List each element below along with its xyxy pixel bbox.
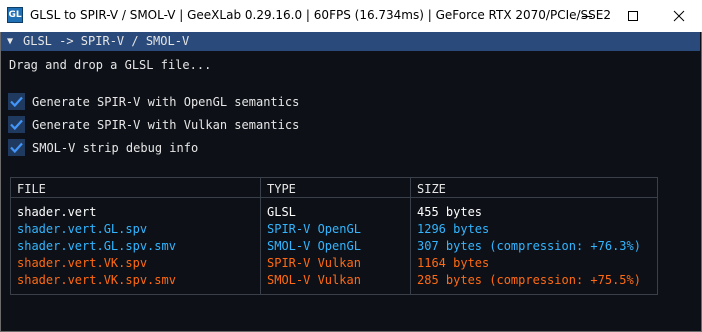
minimize-icon xyxy=(582,16,592,17)
header-divider xyxy=(11,197,657,198)
app-icon: GL xyxy=(7,7,23,23)
row-type: SPIR-V Vulkan xyxy=(267,256,361,270)
row-file: shader.vert.VK.spv xyxy=(17,256,148,270)
row-size: 455 bytes xyxy=(417,205,483,219)
triangle-down-icon[interactable]: ▼ xyxy=(7,32,13,51)
checkbox-box[interactable] xyxy=(8,93,25,110)
checkbox-box[interactable] xyxy=(8,139,25,156)
row-size: 307 bytes (compression: +76.3%) xyxy=(417,239,641,253)
maximize-button[interactable] xyxy=(610,0,656,32)
panel-header[interactable]: ▼ GLSL -> SPIR-V / SMOL-V xyxy=(1,32,700,51)
checkbox-box[interactable] xyxy=(8,116,25,133)
checkbox-label: SMOL-V strip debug info xyxy=(32,140,199,155)
checkbox-opengl-semantics[interactable]: Generate SPIR-V with OpenGL semantics xyxy=(8,92,299,111)
column-header-size: SIZE xyxy=(417,182,446,196)
checkmark-icon xyxy=(10,142,23,153)
row-file: shader.vert.GL.spv xyxy=(17,222,148,236)
checkmark-icon xyxy=(10,119,23,130)
row-file: shader.vert.GL.spv.smv xyxy=(17,239,176,253)
row-type: SMOL-V Vulkan xyxy=(267,273,361,287)
close-button[interactable] xyxy=(656,0,702,32)
window-titlebar[interactable]: GL GLSL to SPIR-V / SMOL-V | GeeXLab 0.2… xyxy=(0,0,702,32)
row-type: GLSL xyxy=(267,205,296,219)
maximize-icon xyxy=(628,11,638,21)
column-divider[interactable] xyxy=(260,178,261,294)
checkmark-icon xyxy=(10,96,23,107)
window-border-left xyxy=(0,32,1,332)
row-type: SPIR-V OpenGL xyxy=(267,222,361,236)
checkbox-vulkan-semantics[interactable]: Generate SPIR-V with Vulkan semantics xyxy=(8,115,299,134)
minimize-button[interactable] xyxy=(564,0,610,32)
column-header-file: FILE xyxy=(17,182,46,196)
checkbox-smolv-strip-debug[interactable]: SMOL-V strip debug info xyxy=(8,138,198,157)
row-size: 1296 bytes xyxy=(417,222,490,236)
results-table: FILE TYPE SIZE shader.vert GLSL 455 byte… xyxy=(10,177,658,295)
close-icon xyxy=(673,10,685,22)
row-file: shader.vert.VK.spv.smv xyxy=(17,273,176,287)
panel-title: GLSL -> SPIR-V / SMOL-V xyxy=(23,34,190,48)
row-size: 1164 bytes xyxy=(417,256,490,270)
checkbox-label: Generate SPIR-V with OpenGL semantics xyxy=(32,94,300,109)
row-size: 285 bytes (compression: +75.5%) xyxy=(417,273,641,287)
window-title: GLSL to SPIR-V / SMOL-V | GeeXLab 0.29.1… xyxy=(30,8,612,22)
checkbox-label: Generate SPIR-V with Vulkan semantics xyxy=(32,117,300,132)
column-header-type: TYPE xyxy=(267,182,296,196)
row-type: SMOL-V OpenGL xyxy=(267,239,361,253)
drag-drop-instruction: Drag and drop a GLSL file... xyxy=(9,58,212,72)
column-divider[interactable] xyxy=(410,178,411,294)
row-file: shader.vert xyxy=(17,205,97,219)
